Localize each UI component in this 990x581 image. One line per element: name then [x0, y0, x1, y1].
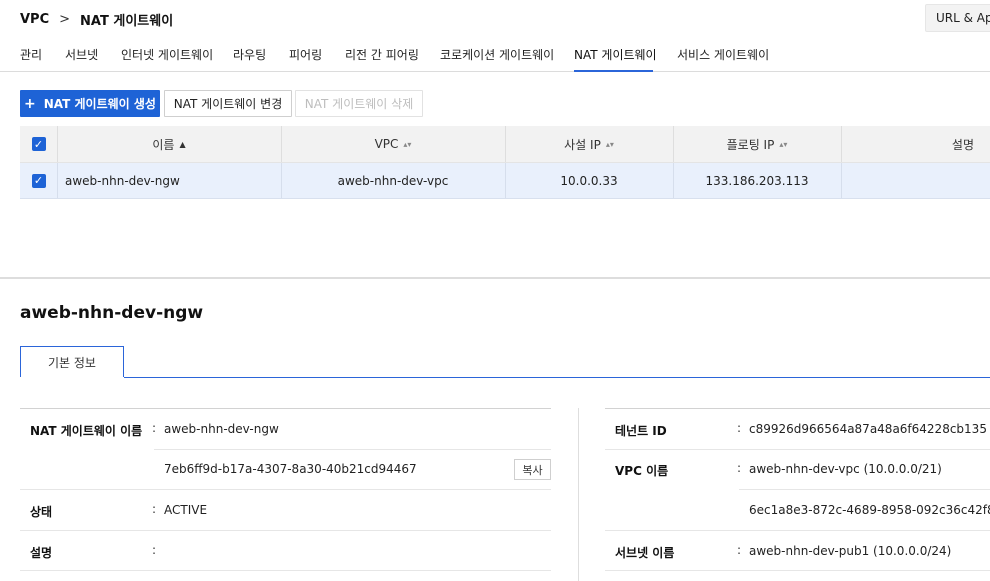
column-header-description[interactable]: 설명	[841, 126, 990, 162]
column-header-private-ip[interactable]: 사설 IP ▴▾	[505, 126, 673, 162]
tab-service-gateway[interactable]: 서비스 게이트웨이	[677, 46, 769, 63]
column-label: VPC	[374, 137, 399, 151]
tab-manage[interactable]: 관리	[20, 46, 42, 63]
copy-button[interactable]: 복사	[514, 459, 551, 480]
tab-nat-gateway[interactable]: NAT 게이트웨이	[574, 46, 657, 63]
select-all-cell: ✓	[20, 126, 57, 162]
nat-name-value: aweb-nhn-dev-ngw	[164, 422, 279, 436]
cell-name: aweb-nhn-dev-ngw	[65, 173, 180, 188]
create-button-label: NAT 게이트웨이 생성	[43, 97, 156, 111]
status-label: 상태	[30, 505, 53, 519]
create-nat-gateway-button[interactable]: + NAT 게이트웨이 생성	[20, 90, 160, 117]
cell-description	[841, 163, 990, 198]
breadcrumb-current: NAT 게이트웨이	[80, 13, 174, 29]
plus-icon: +	[24, 95, 36, 112]
breadcrumb: VPC > NAT 게이트웨이	[20, 9, 173, 29]
nat-gateway-table: ✓ 이름 ▲ VPC ▴▾ 사설 IP ▴▾ 플로팅 IP ▴▾ 설명 ✓ aweb-n…	[20, 126, 990, 199]
tab-internet-gateway[interactable]: 인터넷 게이트웨이	[121, 46, 213, 63]
tab-subnet[interactable]: 서브넷	[65, 46, 98, 63]
cell-vpc: aweb-nhn-dev-vpc	[337, 173, 449, 188]
nat-name-label: NAT 게이트웨이 이름	[30, 424, 143, 438]
delete-nat-gateway-button[interactable]: NAT 게이트웨이 삭제	[295, 90, 423, 117]
panel-divider[interactable]	[0, 277, 990, 279]
tab-routing[interactable]: 라우팅	[233, 46, 266, 63]
vpc-name-label: VPC 이름	[615, 464, 669, 478]
sort-icon: ▴▾	[605, 139, 614, 149]
table-header: ✓ 이름 ▲ VPC ▴▾ 사설 IP ▴▾ 플로팅 IP ▴▾ 설명	[20, 126, 990, 163]
change-nat-gateway-button[interactable]: NAT 게이트웨이 변경	[164, 90, 292, 117]
tenant-id-label: 테넌트 ID	[615, 424, 667, 438]
colon: :	[152, 421, 157, 435]
column-header-name[interactable]: 이름 ▲	[57, 126, 281, 162]
url-app-button[interactable]: URL & App	[925, 4, 990, 32]
sort-icon: ▴▾	[779, 139, 788, 149]
description-label: 설명	[30, 546, 53, 560]
column-label: 사설 IP	[564, 137, 601, 152]
column-label: 이름	[152, 137, 175, 152]
colon: :	[152, 543, 157, 557]
column-separator	[578, 408, 579, 581]
sort-asc-icon: ▲	[179, 139, 186, 149]
colon: :	[737, 421, 742, 435]
cell-private-ip: 10.0.0.33	[560, 173, 618, 188]
tab-region-peering[interactable]: 리전 간 피어링	[345, 46, 419, 63]
active-tab-indicator	[574, 70, 653, 72]
colon: :	[737, 543, 742, 557]
detail-title: aweb-nhn-dev-ngw	[20, 303, 204, 323]
column-label: 설명	[951, 137, 974, 152]
cell-floating-ip: 133.186.203.113	[705, 173, 809, 188]
tab-peering[interactable]: 피어링	[289, 46, 322, 63]
vpc-id-value: 6ec1a8e3-872c-4689-8958-092c36c42f83	[749, 503, 990, 517]
subnet-name-value: aweb-nhn-dev-pub1 (10.0.0.0/24)	[749, 544, 952, 558]
tenant-id-value: c89926d966564a87a48a6f64228cb135	[749, 422, 987, 436]
colon: :	[152, 502, 157, 516]
tab-basic-info[interactable]: 기본 정보	[20, 346, 124, 378]
column-header-floating-ip[interactable]: 플로팅 IP ▴▾	[673, 126, 841, 162]
status-value: ACTIVE	[164, 503, 208, 517]
chevron-right-icon: >	[59, 11, 71, 27]
colon: :	[737, 461, 742, 475]
subnet-name-label: 서브넷 이름	[615, 546, 675, 560]
subtab-underline	[20, 377, 990, 378]
vpc-name-value: aweb-nhn-dev-vpc (10.0.0.0/21)	[749, 462, 942, 476]
breadcrumb-root[interactable]: VPC	[20, 12, 49, 27]
row-checkbox[interactable]: ✓	[31, 173, 46, 188]
row-select-cell: ✓	[20, 163, 57, 198]
select-all-checkbox[interactable]: ✓	[31, 137, 46, 151]
nat-id-value: 7eb6ff9d-b17a-4307-8a30-40b21cd94467	[164, 462, 417, 476]
table-row[interactable]: ✓ aweb-nhn-dev-ngw aweb-nhn-dev-vpc 10.0…	[20, 163, 990, 199]
tab-colocation-gateway[interactable]: 코로케이션 게이트웨이	[440, 46, 554, 63]
column-header-vpc[interactable]: VPC ▴▾	[281, 126, 505, 162]
sort-icon: ▴▾	[403, 139, 412, 149]
tab-bar: 관리 서브넷 인터넷 게이트웨이 라우팅 피어링 리전 간 피어링 코로케이션 …	[0, 40, 990, 72]
column-label: 플로팅 IP	[726, 137, 775, 152]
